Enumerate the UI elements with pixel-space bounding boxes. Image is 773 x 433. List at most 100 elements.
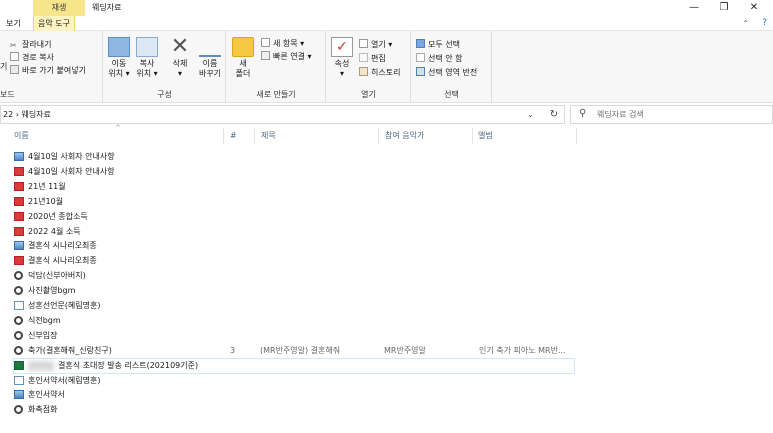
pdf-file-icon <box>14 181 24 191</box>
column-divider[interactable] <box>576 128 577 144</box>
cut-button[interactable]: ✂ 잘라내기 <box>10 39 51 50</box>
select-all-icon <box>416 39 425 48</box>
history-icon <box>359 67 368 76</box>
rename-button[interactable]: 이름 바꾸기 <box>196 37 224 79</box>
copy-to-button[interactable]: 복사 위치 ▾ <box>134 37 160 79</box>
title-bar: 재생 웨딩자료 — ❐ ✕ <box>0 0 773 16</box>
file-row[interactable]: 혼인서약서 <box>14 388 574 402</box>
file-row[interactable]: 4월10일 사회자 안내사항 <box>14 150 574 164</box>
group-label-new: 새로 만들기 <box>256 90 296 99</box>
file-row[interactable]: 2020년 종합소득 <box>14 210 574 224</box>
tab-music-tools[interactable]: 음악 도구 <box>33 16 75 31</box>
copy-path-icon <box>10 52 19 61</box>
column-header-number[interactable]: # <box>230 130 237 142</box>
image-file-icon <box>14 390 24 400</box>
file-artist: MR반주영알 <box>384 345 426 355</box>
column-header-album[interactable]: 앨범 <box>478 130 493 142</box>
pdf-file-icon <box>14 226 24 236</box>
context-tab-play[interactable]: 재생 <box>33 0 85 16</box>
group-organize: 이동 위치 ▾ 복사 위치 ▾ ✕ 삭제 ▾ 이름 바꾸기 구성 <box>104 31 226 103</box>
file-album: 인기 축가 피아노 MR반... <box>479 345 566 355</box>
column-header-title[interactable]: 제목 <box>261 130 276 142</box>
help-icon[interactable]: ? <box>762 16 767 31</box>
invert-selection-icon <box>416 67 425 76</box>
minimize-button[interactable]: — <box>680 0 708 16</box>
file-row[interactable]: 결혼식 시나리오최종 <box>14 254 574 268</box>
move-to-button[interactable]: 이동 위치 ▾ <box>106 37 132 79</box>
file-row[interactable]: 결혼식 초대장 발송 리스트(202109기준) <box>13 357 575 374</box>
copy-path-button[interactable]: 경로 복사 <box>10 52 54 63</box>
pdf-file-icon <box>14 211 24 221</box>
ribbon-tabs: 보기 음악 도구 ⌃ ? <box>0 16 773 31</box>
file-name: 화촉점화 <box>28 405 58 415</box>
edit-button[interactable]: 편집 <box>359 53 386 64</box>
ribbon: 기 ✂ 잘라내기 경로 복사 바로 가기 붙여넣기 보드 이동 위치 ▾ 복사 위… <box>0 31 773 103</box>
column-divider[interactable] <box>254 128 255 144</box>
file-row[interactable]: 화촉점화 <box>14 403 574 417</box>
delete-x-icon: ✕ <box>170 34 190 59</box>
chevron-up-icon[interactable]: ⌃ <box>742 16 749 31</box>
refresh-icon[interactable]: ↻ <box>544 105 564 124</box>
delete-button[interactable]: ✕ 삭제 ▾ <box>168 34 192 79</box>
column-divider[interactable] <box>378 128 379 144</box>
maximize-button[interactable]: ❐ <box>710 0 738 16</box>
audio-file-icon <box>14 271 23 281</box>
pdf-file-icon <box>14 196 24 206</box>
properties-button[interactable]: ✓ 속성 ▾ <box>330 37 354 79</box>
move-to-icon <box>108 37 130 57</box>
address-bar[interactable]: 22 › 웨딩자료 ⌄ <box>0 105 565 124</box>
document-file-icon <box>14 301 24 310</box>
search-input[interactable]: 웨딩자료 검색 <box>597 106 644 123</box>
new-folder-button[interactable]: 새 폴더 <box>231 37 255 79</box>
group-label-organize: 구성 <box>157 90 172 99</box>
properties-check-icon: ✓ <box>331 37 353 57</box>
chevron-down-icon[interactable]: ⌄ <box>527 106 534 123</box>
file-row[interactable]: 혼인서약서(혜림명훈) <box>14 374 574 388</box>
file-name: 덕담(신부아버지) <box>28 271 86 281</box>
invert-selection-button[interactable]: 선택 영역 반전 <box>416 67 477 78</box>
new-item-button[interactable]: 새 항목 ▾ <box>261 38 304 49</box>
tab-view[interactable]: 보기 <box>2 16 25 31</box>
select-all-button[interactable]: 모두 선택 <box>416 39 460 50</box>
file-row[interactable]: 2022 4월 소득 <box>14 225 574 239</box>
column-header-name[interactable]: 이름 <box>14 130 29 142</box>
group-open: ✓ 속성 ▾ 열기 ▾ 편집 히스토리 열기 <box>327 31 411 103</box>
file-row[interactable]: 덕담(신부아버지) <box>14 269 574 283</box>
audio-file-icon <box>14 405 23 415</box>
column-divider[interactable] <box>472 128 473 144</box>
file-row[interactable]: 사진촬영bgm <box>14 284 574 298</box>
file-row[interactable]: 식전bgm <box>14 314 574 328</box>
file-row[interactable]: 성혼선언문(혜림명훈) <box>14 299 574 313</box>
close-button[interactable]: ✕ <box>740 0 768 16</box>
new-item-icon <box>261 38 270 47</box>
scissors-icon: ✂ <box>10 41 17 50</box>
search-box[interactable]: ⚲ 웨딩자료 검색 <box>570 105 773 124</box>
file-row[interactable]: 4월10일 사회자 안내사항 <box>14 165 574 179</box>
open-button[interactable]: 열기 ▾ <box>359 39 392 50</box>
column-header-artist[interactable]: 참여 음악가 <box>385 130 424 142</box>
sort-arrow-icon: ^ <box>115 124 121 132</box>
image-file-icon <box>14 241 24 251</box>
group-select: 모두 선택 선택 안 함 선택 영역 반전 선택 <box>412 31 492 103</box>
audio-file-icon <box>14 345 23 355</box>
paste-shortcut-button[interactable]: 바로 가기 붙여넣기 <box>10 65 86 76</box>
easy-access-icon <box>261 51 270 60</box>
file-name: 4월10일 사회자 안내사항 <box>28 152 115 161</box>
history-button[interactable]: 히스토리 <box>359 67 400 78</box>
file-row[interactable]: 신부입장 <box>14 329 574 343</box>
file-row[interactable]: 21년 11월 <box>14 180 574 194</box>
file-row[interactable]: 결혼식 시나리오최종 <box>14 239 574 253</box>
easy-access-button[interactable]: 빠른 연결 ▾ <box>261 51 312 62</box>
select-none-button[interactable]: 선택 안 함 <box>416 53 463 64</box>
column-divider[interactable] <box>223 128 224 144</box>
search-icon: ⚲ <box>579 108 587 119</box>
file-name: 사진촬영bgm <box>28 286 76 296</box>
file-name: 혼인서약서 <box>28 390 65 400</box>
file-name: 신부입장 <box>28 330 58 340</box>
file-name: 성혼선언문(혜림명훈) <box>28 301 101 310</box>
breadcrumb[interactable]: 22 › 웨딩자료 <box>3 106 51 123</box>
file-row[interactable]: 21년10월 <box>14 195 574 209</box>
file-row[interactable]: 축가(결혼해줘_신랑친구) 3 (MR반주영알) 결혼해줘 MR반주영알 인기 축가 피… <box>14 344 574 358</box>
edit-icon <box>359 53 368 62</box>
audio-file-icon <box>14 330 23 340</box>
